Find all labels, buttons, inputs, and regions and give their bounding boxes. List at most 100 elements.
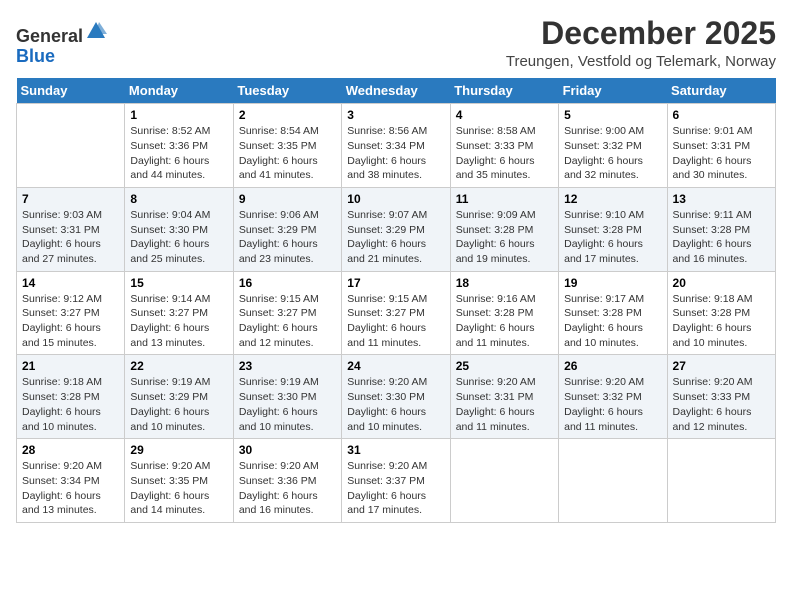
calendar-cell: 25 Sunrise: 9:20 AMSunset: 3:31 PMDayligh… [450, 355, 558, 439]
calendar-cell: 8 Sunrise: 9:04 AMSunset: 3:30 PMDaylight… [125, 187, 233, 271]
day-info: Sunrise: 9:11 AMSunset: 3:28 PMDaylight:… [673, 208, 770, 267]
day-number: 9 [239, 192, 336, 206]
day-info: Sunrise: 9:04 AMSunset: 3:30 PMDaylight:… [130, 208, 227, 267]
day-number: 10 [347, 192, 444, 206]
day-number: 29 [130, 443, 227, 457]
day-number: 21 [22, 359, 119, 373]
weekday-header-sunday: Sunday [17, 78, 125, 104]
calendar-cell: 15 Sunrise: 9:14 AMSunset: 3:27 PMDayligh… [125, 271, 233, 355]
day-info: Sunrise: 9:20 AMSunset: 3:32 PMDaylight:… [564, 375, 661, 434]
day-number: 19 [564, 276, 661, 290]
day-info: Sunrise: 9:15 AMSunset: 3:27 PMDaylight:… [347, 292, 444, 351]
day-info: Sunrise: 8:52 AMSunset: 3:36 PMDaylight:… [130, 124, 227, 183]
day-number: 18 [456, 276, 553, 290]
calendar-cell: 24Sunrise: 9:20 AMSunset: 3:30 PMDayligh… [342, 355, 450, 439]
day-number: 3 [347, 108, 444, 122]
day-info: Sunrise: 9:19 AMSunset: 3:30 PMDaylight:… [239, 375, 336, 434]
day-info: Sunrise: 9:20 AMSunset: 3:31 PMDaylight:… [456, 375, 553, 434]
day-number: 16 [239, 276, 336, 290]
day-info: Sunrise: 9:20 AMSunset: 3:34 PMDaylight:… [22, 459, 119, 518]
day-info: Sunrise: 8:54 AMSunset: 3:35 PMDaylight:… [239, 124, 336, 183]
day-number: 27 [673, 359, 770, 373]
day-number: 23 [239, 359, 336, 373]
day-number: 11 [456, 192, 553, 206]
day-number: 30 [239, 443, 336, 457]
day-number: 2 [239, 108, 336, 122]
calendar-cell: 6Sunrise: 9:01 AMSunset: 3:31 PMDaylight… [667, 104, 775, 188]
calendar-cell: 14 Sunrise: 9:12 AMSunset: 3:27 PMDayligh… [17, 271, 125, 355]
calendar-cell: 2 Sunrise: 8:54 AMSunset: 3:35 PMDaylight… [233, 104, 341, 188]
day-number: 25 [456, 359, 553, 373]
calendar-cell [17, 104, 125, 188]
day-number: 6 [673, 108, 770, 122]
calendar-cell: 27Sunrise: 9:20 AMSunset: 3:33 PMDayligh… [667, 355, 775, 439]
day-number: 31 [347, 443, 444, 457]
calendar-cell: 21 Sunrise: 9:18 AMSunset: 3:28 PMDayligh… [17, 355, 125, 439]
day-info: Sunrise: 8:58 AMSunset: 3:33 PMDaylight:… [456, 124, 553, 183]
day-info: Sunrise: 8:56 AMSunset: 3:34 PMDaylight:… [347, 124, 444, 183]
calendar-cell [559, 439, 667, 523]
calendar-cell: 20Sunrise: 9:18 AMSunset: 3:28 PMDayligh… [667, 271, 775, 355]
day-number: 12 [564, 192, 661, 206]
day-info: Sunrise: 9:10 AMSunset: 3:28 PMDaylight:… [564, 208, 661, 267]
calendar-cell: 23 Sunrise: 9:19 AMSunset: 3:30 PMDayligh… [233, 355, 341, 439]
day-number: 28 [22, 443, 119, 457]
calendar-table: SundayMondayTuesdayWednesdayThursdayFrid… [16, 78, 776, 523]
calendar-cell: 1 Sunrise: 8:52 AMSunset: 3:36 PMDaylight… [125, 104, 233, 188]
weekday-header-wednesday: Wednesday [342, 78, 450, 104]
weekday-header-friday: Friday [559, 78, 667, 104]
calendar-cell: 16Sunrise: 9:15 AMSunset: 3:27 PMDayligh… [233, 271, 341, 355]
calendar-cell: 17 Sunrise: 9:15 AMSunset: 3:27 PMDayligh… [342, 271, 450, 355]
calendar-cell: 4Sunrise: 8:58 AMSunset: 3:33 PMDaylight… [450, 104, 558, 188]
title-block: December 2025 Treungen, Vestfold og Tele… [506, 16, 776, 70]
calendar-cell: 10 Sunrise: 9:07 AMSunset: 3:29 PMDayligh… [342, 187, 450, 271]
logo-general-text: General [16, 26, 83, 46]
day-number: 8 [130, 192, 227, 206]
calendar-week-row: 21 Sunrise: 9:18 AMSunset: 3:28 PMDayligh… [17, 355, 776, 439]
day-info: Sunrise: 9:03 AMSunset: 3:31 PMDaylight:… [22, 208, 119, 267]
day-number: 17 [347, 276, 444, 290]
day-info: Sunrise: 9:12 AMSunset: 3:27 PMDaylight:… [22, 292, 119, 351]
weekday-header-thursday: Thursday [450, 78, 558, 104]
day-number: 20 [673, 276, 770, 290]
day-number: 14 [22, 276, 119, 290]
calendar-cell: 19 Sunrise: 9:17 AMSunset: 3:28 PMDayligh… [559, 271, 667, 355]
weekday-header-tuesday: Tuesday [233, 78, 341, 104]
day-info: Sunrise: 9:18 AMSunset: 3:28 PMDaylight:… [22, 375, 119, 434]
calendar-cell: 13 Sunrise: 9:11 AMSunset: 3:28 PMDayligh… [667, 187, 775, 271]
logo-blue-text: Blue [16, 46, 55, 66]
calendar-cell: 12 Sunrise: 9:10 AMSunset: 3:28 PMDayligh… [559, 187, 667, 271]
calendar-cell: 22Sunrise: 9:19 AMSunset: 3:29 PMDayligh… [125, 355, 233, 439]
page-header: General Blue December 2025 Treungen, Ves… [16, 16, 776, 70]
calendar-week-row: 14 Sunrise: 9:12 AMSunset: 3:27 PMDayligh… [17, 271, 776, 355]
day-info: Sunrise: 9:07 AMSunset: 3:29 PMDaylight:… [347, 208, 444, 267]
calendar-cell: 26Sunrise: 9:20 AMSunset: 3:32 PMDayligh… [559, 355, 667, 439]
day-number: 15 [130, 276, 227, 290]
day-info: Sunrise: 9:14 AMSunset: 3:27 PMDaylight:… [130, 292, 227, 351]
day-info: Sunrise: 9:09 AMSunset: 3:28 PMDaylight:… [456, 208, 553, 267]
day-info: Sunrise: 9:20 AMSunset: 3:37 PMDaylight:… [347, 459, 444, 518]
calendar-week-row: 28 Sunrise: 9:20 AMSunset: 3:34 PMDayligh… [17, 439, 776, 523]
day-number: 24 [347, 359, 444, 373]
calendar-cell [450, 439, 558, 523]
calendar-cell: 28 Sunrise: 9:20 AMSunset: 3:34 PMDayligh… [17, 439, 125, 523]
calendar-cell: 7Sunrise: 9:03 AMSunset: 3:31 PMDaylight… [17, 187, 125, 271]
weekday-header-monday: Monday [125, 78, 233, 104]
day-number: 5 [564, 108, 661, 122]
logo-icon [85, 20, 107, 42]
day-info: Sunrise: 9:00 AMSunset: 3:32 PMDaylight:… [564, 124, 661, 183]
calendar-cell: 5 Sunrise: 9:00 AMSunset: 3:32 PMDaylight… [559, 104, 667, 188]
calendar-cell: 18 Sunrise: 9:16 AMSunset: 3:28 PMDayligh… [450, 271, 558, 355]
day-info: Sunrise: 9:20 AMSunset: 3:35 PMDaylight:… [130, 459, 227, 518]
day-info: Sunrise: 9:17 AMSunset: 3:28 PMDaylight:… [564, 292, 661, 351]
calendar-title: December 2025 [506, 16, 776, 51]
weekday-header-saturday: Saturday [667, 78, 775, 104]
calendar-cell: 30 Sunrise: 9:20 AMSunset: 3:36 PMDayligh… [233, 439, 341, 523]
day-number: 13 [673, 192, 770, 206]
calendar-cell: 29 Sunrise: 9:20 AMSunset: 3:35 PMDayligh… [125, 439, 233, 523]
day-number: 1 [130, 108, 227, 122]
day-info: Sunrise: 9:20 AMSunset: 3:36 PMDaylight:… [239, 459, 336, 518]
calendar-week-row: 7Sunrise: 9:03 AMSunset: 3:31 PMDaylight… [17, 187, 776, 271]
calendar-cell: 3 Sunrise: 8:56 AMSunset: 3:34 PMDaylight… [342, 104, 450, 188]
day-info: Sunrise: 9:16 AMSunset: 3:28 PMDaylight:… [456, 292, 553, 351]
